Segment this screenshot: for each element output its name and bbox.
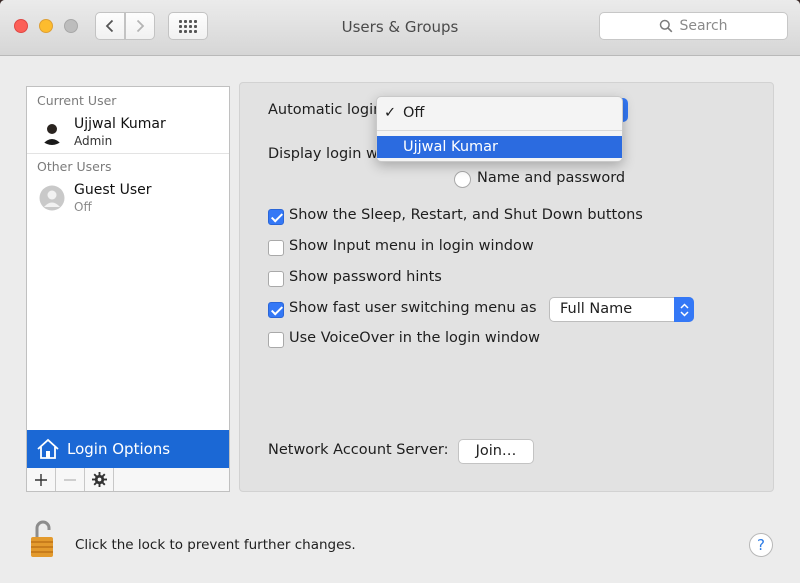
user-role: Off [74, 200, 92, 214]
show-sleep-label: Show the Sleep, Restart, and Shut Down b… [289, 207, 643, 223]
menu-item-user-label: Ujjwal Kumar [403, 139, 499, 155]
join-button[interactable]: Join… [458, 439, 534, 464]
other-users-header: Other Users [37, 159, 112, 174]
show-sleep-checkbox[interactable] [268, 209, 284, 225]
remove-user-button[interactable] [56, 468, 85, 491]
gear-icon [91, 472, 107, 487]
house-icon [37, 438, 59, 459]
user-role: Admin [74, 134, 113, 148]
show-input-menu-checkbox[interactable] [268, 240, 284, 256]
fast-user-switching-label: Show fast user switching menu as [289, 300, 537, 316]
fast-switch-popup[interactable]: Full Name [549, 297, 694, 322]
voiceover-label: Use VoiceOver in the login window [289, 330, 540, 346]
show-password-hints-label: Show password hints [289, 269, 442, 285]
minus-icon [64, 478, 76, 481]
guest-avatar-icon [39, 185, 65, 211]
login-options-label: Login Options [67, 440, 171, 458]
user-name: Guest User [74, 182, 152, 198]
menu-separator [377, 130, 622, 131]
title-bar: Users & Groups Search [0, 0, 800, 56]
search-field[interactable]: Search [599, 12, 788, 40]
checkmark-icon: ✓ [384, 105, 397, 121]
updown-chevron-icon [674, 297, 694, 322]
user-row-current[interactable]: Ujjwal Kumar Admin [27, 113, 229, 153]
menu-item-off[interactable]: ✓ Off [377, 102, 622, 124]
name-password-label: Name and password [477, 170, 626, 186]
add-user-button[interactable] [27, 468, 56, 491]
user-row-guest[interactable]: Guest User Off [27, 179, 229, 219]
display-login-label: Display login wi [268, 146, 382, 162]
voiceover-checkbox[interactable] [268, 332, 284, 348]
users-sidebar: Current User Ujjwal Kumar Admin Other Us… [26, 86, 230, 468]
menu-item-off-label: Off [403, 105, 425, 121]
search-icon [660, 19, 673, 33]
automatic-login-label: Automatic login [268, 102, 383, 118]
automatic-login-menu: ✓ Off Ujjwal Kumar [376, 96, 623, 162]
user-avatar [39, 119, 65, 145]
lock-status-text: Click the lock to prevent further change… [75, 537, 356, 553]
user-name: Ujjwal Kumar [74, 116, 166, 132]
lock-icon[interactable] [30, 520, 56, 558]
menu-item-user[interactable]: Ujjwal Kumar [377, 136, 622, 158]
users-groups-window: Users & Groups Search Current User Ujjwa… [0, 0, 800, 583]
fast-user-switching-checkbox[interactable] [268, 302, 284, 318]
show-input-menu-label: Show Input menu in login window [289, 238, 534, 254]
sidebar-toolbar [26, 468, 230, 492]
search-placeholder: Search [679, 18, 728, 34]
current-user-header: Current User [37, 93, 117, 108]
fast-switch-value: Full Name [560, 301, 633, 317]
help-button[interactable]: ? [749, 533, 773, 557]
plus-icon [35, 473, 47, 486]
show-password-hints-checkbox[interactable] [268, 271, 284, 287]
action-menu-button[interactable] [85, 468, 114, 491]
login-options-item[interactable]: Login Options [27, 430, 229, 468]
name-password-radio[interactable] [454, 171, 471, 188]
network-account-label: Network Account Server: [268, 442, 449, 458]
